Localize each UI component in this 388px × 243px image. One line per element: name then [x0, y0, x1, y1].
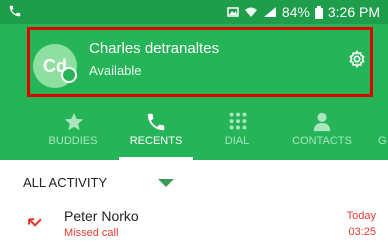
image-icon	[227, 7, 239, 17]
tab-label: RECENTS	[129, 135, 183, 147]
tab-dial[interactable]: DIAL	[201, 108, 273, 160]
filter-label: ALL ACTIVITY	[23, 175, 108, 190]
person-icon	[313, 112, 331, 132]
tab-label: DIAL	[224, 135, 250, 147]
tab-label: BUDDIES	[48, 135, 98, 147]
activity-filter[interactable]: ALL ACTIVITY	[0, 160, 388, 202]
tab-label: G	[378, 135, 387, 147]
tab-bar: BUDDIES RECENTS DIAL CONTACTS G	[0, 108, 388, 160]
tab-buddies[interactable]: BUDDIES	[37, 108, 109, 160]
phone-call-icon	[9, 5, 21, 17]
call-date: Today	[346, 210, 376, 222]
tab-groups[interactable]: G	[372, 108, 388, 160]
tab-contacts[interactable]: CONTACTS	[281, 108, 363, 160]
star-icon	[64, 112, 84, 131]
chevron-down-icon[interactable]	[158, 179, 174, 187]
phone-icon	[147, 113, 165, 131]
highlight-box	[27, 27, 373, 97]
signal-icon	[263, 7, 276, 17]
call-time: 03:25	[348, 226, 376, 238]
status-bar: 84% 3:26 PM	[0, 0, 388, 24]
battery-icon	[314, 5, 323, 19]
battery-percent: 84%	[281, 4, 310, 20]
missed-call-icon	[27, 218, 42, 227]
call-type: Missed call	[64, 227, 119, 239]
tab-recents[interactable]: RECENTS	[119, 108, 193, 160]
clock: 3:26 PM	[327, 4, 380, 20]
caller-name: Peter Norko	[64, 208, 139, 224]
wifi-icon	[244, 7, 257, 17]
list-item[interactable]: Peter Norko Missed call Today 03:25	[0, 202, 388, 243]
dialpad-icon	[229, 112, 247, 130]
status-icons: 84% 3:26 PM	[227, 3, 380, 21]
tab-label: CONTACTS	[292, 135, 352, 147]
